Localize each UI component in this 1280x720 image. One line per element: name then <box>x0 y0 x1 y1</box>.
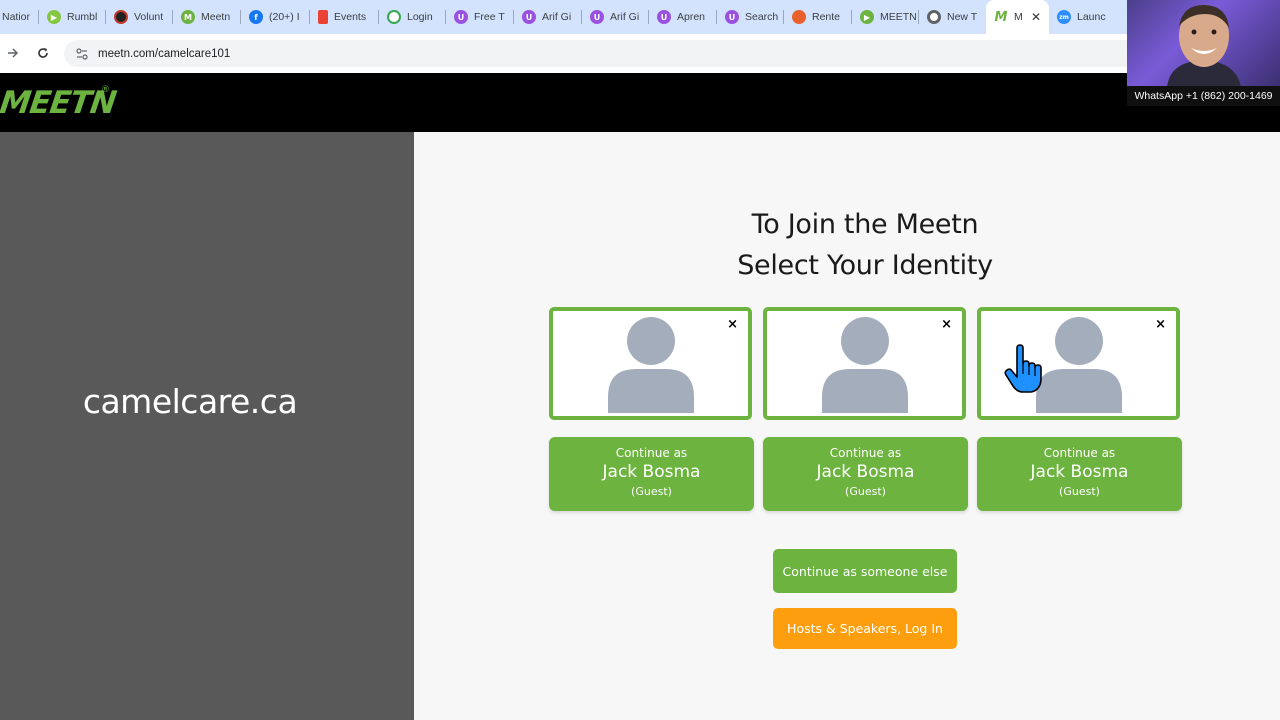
identity-role: (Guest) <box>845 485 886 498</box>
hand-pointer-cursor-icon <box>1004 344 1042 393</box>
tab-label: Search <box>745 11 779 23</box>
tab-0[interactable]: Natior <box>0 0 39 34</box>
identity-name: Jack Bosma <box>602 462 701 482</box>
tab-2[interactable]: Volunt <box>106 0 173 34</box>
login-icon <box>387 10 401 24</box>
tab-3[interactable]: M Meetn <box>173 0 241 34</box>
u-icon: U <box>657 10 671 24</box>
tab-14[interactable]: New T <box>919 0 986 34</box>
tab-active-meetn[interactable]: M M ✕ <box>986 0 1049 34</box>
tab-16[interactable]: zm Launc <box>1049 0 1119 34</box>
identity-panel: To Join the Meetn Select Your Identity ×… <box>414 132 1280 720</box>
tab-label: Arif Gi <box>542 11 572 23</box>
u-icon: U <box>725 10 739 24</box>
zoom-icon: zm <box>1057 10 1071 24</box>
tab-label: Apren <box>677 11 706 23</box>
rumble-icon: ▶ <box>47 10 61 24</box>
continue-as-someone-else-button[interactable]: Continue as someone else <box>773 549 957 593</box>
meetn-m-icon: M <box>994 9 1008 25</box>
identity-name: Jack Bosma <box>1030 462 1129 482</box>
browser-toolbar: meetn.com/camelcare101 <box>0 34 1127 73</box>
volunteer-icon <box>114 10 128 24</box>
play-icon: ▶ <box>860 10 874 24</box>
tab-label: Rumbl <box>67 11 98 23</box>
tab-label: Natior <box>2 11 31 23</box>
page-title: To Join the Meetn Select Your Identity <box>414 204 1280 286</box>
tab-9[interactable]: U Arif Gi <box>582 0 649 34</box>
tab-label: Launc <box>1077 11 1106 23</box>
identity-role: (Guest) <box>631 485 672 498</box>
continue-as-label: Continue as <box>615 446 688 460</box>
identity-name: Jack Bosma <box>816 462 915 482</box>
title-line-2: Select Your Identity <box>737 250 993 281</box>
webcam-video <box>1127 0 1280 88</box>
left-panel: camelcare.ca <box>0 132 414 720</box>
continue-as-label: Continue as <box>829 446 902 460</box>
rente-icon <box>792 10 806 24</box>
identity-card-2[interactable]: × <box>763 307 966 420</box>
avatar-placeholder-icon <box>821 317 908 413</box>
browser-tab-strip: Natior ▶ Rumbl Volunt M Meetn f (20+) I … <box>0 0 1127 34</box>
remove-identity-icon[interactable]: × <box>727 317 738 332</box>
address-bar[interactable]: meetn.com/camelcare101 <box>64 40 1127 67</box>
avatar-placeholder-icon <box>607 317 694 413</box>
avatar-placeholder-icon <box>1035 317 1122 413</box>
site-settings-icon[interactable] <box>74 46 90 62</box>
u-icon: U <box>590 10 604 24</box>
meetn-logo[interactable]: MEETN ® <box>0 85 118 121</box>
tab-close-icon[interactable]: ✕ <box>1031 10 1041 24</box>
events-icon <box>318 10 328 24</box>
presenter-face-icon <box>1167 4 1241 88</box>
tab-11[interactable]: U Search <box>717 0 784 34</box>
tab-label: Login <box>407 11 433 23</box>
tab-4[interactable]: f (20+) I <box>241 0 310 34</box>
tab-label: Free T <box>474 11 505 23</box>
continue-as-button-3[interactable]: Continue as Jack Bosma (Guest) <box>977 437 1182 511</box>
webcam-overlay: WhatsApp +1 (862) 200-1469 <box>1127 0 1280 106</box>
chrome-icon <box>927 10 941 24</box>
remove-identity-icon[interactable]: × <box>1155 317 1166 332</box>
tab-label: M <box>1014 11 1023 23</box>
tab-label: (20+) I <box>269 11 300 23</box>
url-text[interactable]: meetn.com/camelcare101 <box>98 48 230 60</box>
tab-1[interactable]: ▶ Rumbl <box>39 0 106 34</box>
continue-as-button-1[interactable]: Continue as Jack Bosma (Guest) <box>549 437 754 511</box>
forward-button[interactable] <box>2 42 24 64</box>
tab-label: MEETN <box>880 11 917 23</box>
u-icon: U <box>522 10 536 24</box>
tab-6[interactable]: Login <box>379 0 446 34</box>
hosts-speakers-login-button[interactable]: Hosts & Speakers, Log In <box>773 608 957 649</box>
continue-as-label: Continue as <box>1043 446 1116 460</box>
identity-role: (Guest) <box>1059 485 1100 498</box>
identity-card-1[interactable]: × <box>549 307 752 420</box>
tab-12[interactable]: Rente <box>784 0 852 34</box>
registered-mark: ® <box>101 85 110 95</box>
tab-label: Meetn <box>201 11 231 23</box>
tab-7[interactable]: U Free T <box>446 0 514 34</box>
tab-label: Events <box>334 11 367 23</box>
tab-label: Volunt <box>134 11 164 23</box>
continue-as-button-2[interactable]: Continue as Jack Bosma (Guest) <box>763 437 968 511</box>
reload-icon <box>38 48 48 58</box>
tab-label: Rente <box>812 11 841 23</box>
tab-label: Arif Gi <box>610 11 640 23</box>
tab-5[interactable]: Events <box>310 0 379 34</box>
remove-identity-icon[interactable]: × <box>941 317 952 332</box>
arrow-right-icon <box>8 48 19 58</box>
facebook-icon: f <box>249 10 263 24</box>
u-icon: U <box>454 10 468 24</box>
webcam-caption: WhatsApp +1 (862) 200-1469 <box>1127 86 1280 106</box>
organization-name: camelcare.ca <box>82 382 298 421</box>
title-line-1: To Join the Meetn <box>751 209 979 240</box>
tab-label: New T <box>947 11 978 23</box>
tab-8[interactable]: U Arif Gi <box>514 0 582 34</box>
site-header: MEETN ® <box>0 73 1280 132</box>
screen: Natior ▶ Rumbl Volunt M Meetn f (20+) I … <box>0 0 1280 720</box>
tab-13[interactable]: ▶ MEETN <box>852 0 919 34</box>
reload-button[interactable] <box>32 42 54 64</box>
tab-10[interactable]: U Apren <box>649 0 717 34</box>
meetn-icon: M <box>181 10 195 24</box>
